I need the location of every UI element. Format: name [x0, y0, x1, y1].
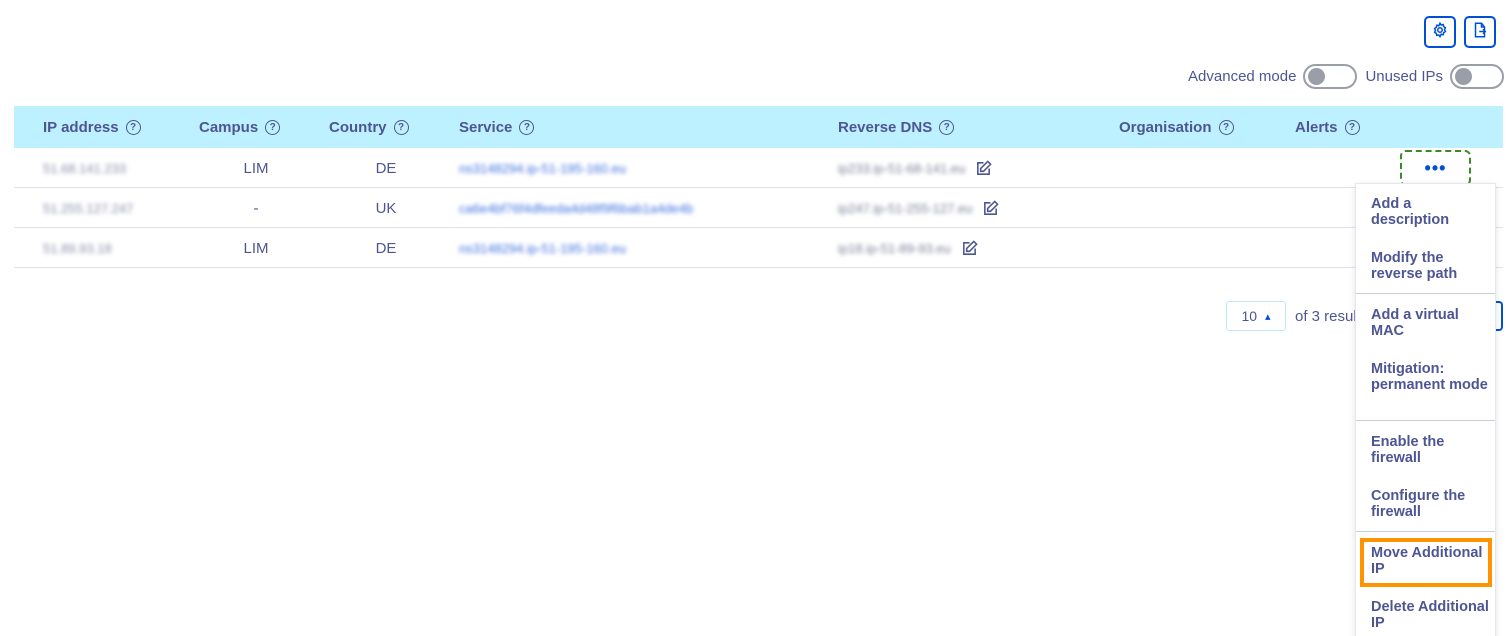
menu-item-modify-reverse[interactable]: Modify the reverse path [1371, 250, 1491, 282]
menu-divider [1356, 293, 1495, 294]
table-row: 51.255.127.247 - UK ca6e4bf76f4dfeeda4d4… [14, 188, 1503, 228]
chevron-updown-icon: ▴︎ [1265, 310, 1271, 323]
settings-button[interactable] [1424, 16, 1456, 48]
toggle-knob [1455, 68, 1472, 85]
reverse-dns-cell: ip247.ip-51-255-127.eu [838, 200, 973, 216]
help-icon[interactable]: ? [1218, 119, 1234, 135]
menu-item-mitigation-permanent[interactable]: Mitigation: permanent mode [1371, 361, 1491, 393]
advanced-mode-label: Advanced mode [1188, 68, 1297, 85]
table-row: 51.68.141.233 LIM DE ns3148294.ip-51-195… [14, 148, 1503, 188]
help-icon[interactable]: ? [265, 119, 281, 135]
ip-address-cell: 51.68.141.233 [43, 160, 127, 176]
edit-icon[interactable] [961, 239, 978, 257]
advanced-mode-toggle[interactable] [1303, 64, 1358, 89]
help-icon[interactable]: ? [939, 119, 955, 135]
header-reverse-dns[interactable]: Reverse DNS? [838, 106, 955, 148]
reverse-dns-cell: ip233.ip-51-68-141.eu [838, 160, 966, 176]
menu-item-configure-firewall[interactable]: Configure the firewall [1371, 488, 1491, 520]
unused-ips-toggle[interactable] [1450, 64, 1504, 89]
unused-ips-label: Unused IPs [1365, 68, 1443, 85]
campus-cell: - [253, 199, 259, 217]
country-cell: DE [375, 159, 397, 177]
edit-icon[interactable] [982, 199, 1000, 217]
service-link[interactable]: ca6e4bf76f4dfeeda4d48f9f6bab1a4de4b [459, 201, 693, 216]
ip-table: IP address? Campus? Country? Service? Re… [14, 106, 1503, 268]
page-size-select[interactable]: 10 ▴︎ [1226, 301, 1286, 331]
reverse-dns-cell: ip18.ip-51-89-93.eu [838, 240, 951, 256]
toggle-knob [1308, 68, 1326, 85]
country-cell: UK [375, 199, 397, 217]
export-button[interactable] [1464, 16, 1496, 48]
help-icon[interactable]: ? [393, 119, 409, 135]
campus-cell: LIM [243, 159, 269, 177]
table-header: IP address? Campus? Country? Service? Re… [14, 106, 1503, 148]
export-icon [1471, 21, 1489, 44]
ip-address-cell: 51.255.127.247 [43, 200, 134, 216]
header-campus[interactable]: Campus? [199, 106, 281, 148]
header-country[interactable]: Country? [329, 106, 409, 148]
help-icon[interactable]: ? [1344, 119, 1360, 135]
header-service[interactable]: Service? [459, 106, 535, 148]
pagination: 10 ▴︎ of 3 resul [1226, 301, 1357, 331]
help-icon[interactable]: ? [125, 119, 141, 135]
help-icon[interactable]: ? [519, 119, 535, 135]
menu-item-move-additional-ip[interactable]: Move Additional IP [1371, 545, 1491, 577]
ip-address-cell: 51.89.93.18 [43, 240, 112, 256]
menu-divider [1356, 531, 1495, 532]
menu-item-delete-additional-ip[interactable]: Delete Additional IP [1371, 599, 1491, 631]
results-count: of 3 resul [1295, 307, 1357, 325]
header-organisation[interactable]: Organisation? [1119, 106, 1234, 148]
country-cell: DE [375, 239, 397, 257]
table-row: 51.89.93.18 LIM DE ns3148294.ip-51-195-1… [14, 228, 1503, 268]
service-link[interactable]: ns3148294.ip-51-195-160.eu [459, 241, 626, 256]
service-link[interactable]: ns3148294.ip-51-195-160.eu [459, 161, 626, 176]
menu-item-add-virtual-mac[interactable]: Add a virtual MAC [1371, 307, 1491, 339]
row-actions-button[interactable]: ••• [1400, 150, 1471, 186]
menu-divider [1356, 420, 1495, 421]
edit-icon[interactable] [975, 159, 992, 177]
menu-item-add-description[interactable]: Add a description [1371, 196, 1491, 228]
gear-icon [1431, 21, 1449, 44]
menu-item-enable-firewall[interactable]: Enable the firewall [1371, 434, 1491, 466]
header-alerts[interactable]: Alerts? [1295, 106, 1360, 148]
row-actions-menu: Add a description Modify the reverse pat… [1355, 183, 1496, 636]
header-ip-address[interactable]: IP address? [43, 106, 141, 148]
view-toggles: Advanced mode Unused IPs [1188, 64, 1504, 89]
campus-cell: LIM [243, 239, 269, 257]
